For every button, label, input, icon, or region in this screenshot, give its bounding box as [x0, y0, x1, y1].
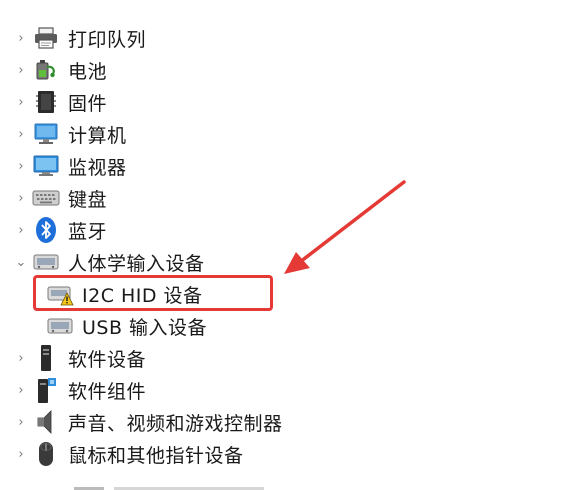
firmware-icon: [32, 88, 60, 116]
hid-icon: [32, 248, 60, 276]
tree-item-label: 蓝牙: [68, 220, 108, 243]
battery-icon: [32, 56, 60, 84]
tree-item-sound-video-game-controllers[interactable]: › 声音、视频和游戏控制器: [10, 406, 283, 438]
tree-item-mice[interactable]: › 鼠标和其他指针设备: [10, 438, 244, 470]
tree-item-label: 键盘: [68, 188, 108, 211]
tree-item-monitors[interactable]: › 监视器: [10, 150, 127, 182]
chevron-right-icon[interactable]: ›: [10, 438, 32, 470]
chevron-right-icon[interactable]: ›: [10, 342, 32, 374]
tree-item-firmware[interactable]: › 固件: [10, 86, 107, 118]
chevron-right-icon[interactable]: ›: [10, 182, 32, 214]
chevron-right-icon[interactable]: ›: [10, 118, 32, 150]
chevron-right-icon[interactable]: ›: [10, 214, 32, 246]
highlight-box: [33, 275, 273, 311]
tree-item-label: 电池: [68, 60, 108, 83]
computer-icon: [32, 120, 60, 148]
tree-child-usb-input-device[interactable]: USB 输入设备: [46, 310, 207, 342]
tree-item-print-queues[interactable]: › 打印队列: [10, 22, 146, 54]
monitor-icon: [32, 152, 60, 180]
tree-item-label: 软件设备: [68, 348, 147, 371]
speaker-icon: [32, 408, 60, 436]
chevron-right-icon[interactable]: ›: [10, 22, 32, 54]
printer-icon: [32, 24, 60, 52]
mouse-icon: [32, 440, 60, 468]
software-component-icon: [32, 376, 60, 404]
cut-off-row-fragment: [74, 478, 274, 490]
tree-item-batteries[interactable]: › 电池: [10, 54, 107, 86]
tree-item-software-devices[interactable]: › 软件设备: [10, 342, 146, 374]
software-device-icon: [32, 344, 60, 372]
tree-item-computer[interactable]: › 计算机: [10, 118, 127, 150]
chevron-right-icon[interactable]: ›: [10, 86, 32, 118]
bluetooth-icon: [32, 216, 60, 244]
tree-item-bluetooth[interactable]: › 蓝牙: [10, 214, 107, 246]
chevron-right-icon[interactable]: ›: [10, 374, 32, 406]
tree-item-label: 固件: [68, 92, 108, 115]
chevron-right-icon[interactable]: ›: [10, 150, 32, 182]
tree-item-hid[interactable]: ⌄ 人体学输入设备: [10, 246, 205, 278]
chevron-right-icon[interactable]: ›: [10, 54, 32, 86]
keyboard-icon: [32, 184, 60, 212]
tree-item-label: USB 输入设备: [82, 316, 208, 339]
tree-item-label: 打印队列: [68, 28, 147, 51]
chevron-down-icon[interactable]: ⌄: [10, 246, 32, 278]
tree-item-software-components[interactable]: › 软件组件: [10, 374, 146, 406]
tree-item-label: 软件组件: [68, 380, 147, 403]
chevron-right-icon[interactable]: ›: [10, 406, 32, 438]
tree-item-label: 计算机: [68, 124, 127, 147]
tree-item-label: 声音、视频和游戏控制器: [68, 412, 283, 435]
hid-device-icon: [46, 312, 74, 340]
tree-item-label: 鼠标和其他指针设备: [68, 444, 244, 467]
tree-item-label: 监视器: [68, 156, 127, 179]
tree-item-keyboards[interactable]: › 键盘: [10, 182, 107, 214]
tree-item-label: 人体学输入设备: [68, 252, 205, 275]
